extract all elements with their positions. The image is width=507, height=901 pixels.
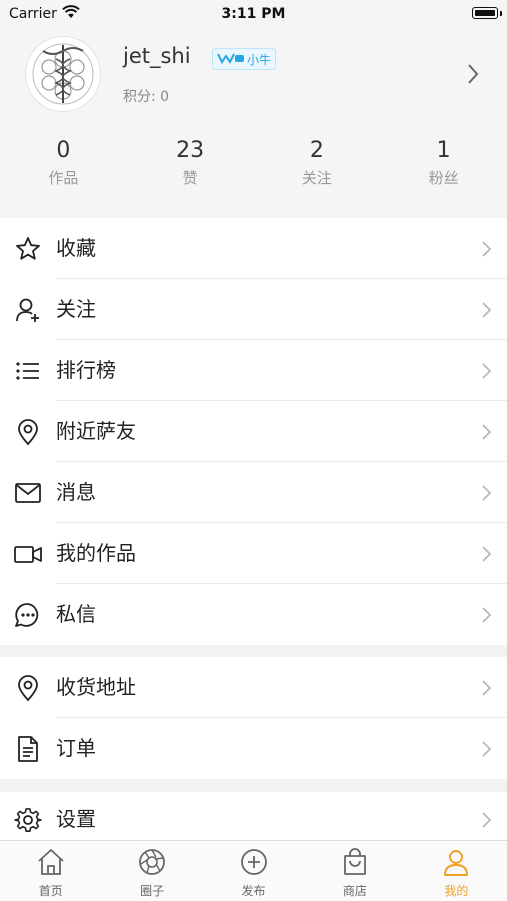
avatar[interactable] [25,36,101,112]
stat-following[interactable]: 2 关注 [254,136,381,196]
crown-icon [217,51,245,68]
menu-item-label: 我的作品 [56,541,136,565]
stat-works[interactable]: 0 作品 [0,136,127,196]
menu-item-my-works[interactable]: 我的作品 [0,523,507,584]
home-icon [36,847,66,877]
status-bar: Carrier 3:11 PM [0,0,507,28]
chevron-right-icon [482,607,492,627]
chevron-right-icon [482,680,492,700]
location-pin-icon [14,674,42,702]
person-add-icon [14,296,42,324]
document-icon [14,735,42,763]
chat-bubble-icon [14,601,42,629]
tab-label: 我的 [444,884,469,898]
list-icon [14,357,42,385]
menu-item-following[interactable]: 关注 [0,279,507,340]
tab-publish[interactable]: 发布 [203,841,304,901]
chevron-right-icon [482,241,492,261]
menu-group-main: 收藏 关注 排行榜 附近萨友 消息 我的作品 私信 [0,218,507,645]
username: jet_shi [123,44,191,68]
video-camera-icon [14,540,42,568]
menu-item-label: 关注 [56,297,96,321]
menu-item-leaderboard[interactable]: 排行榜 [0,340,507,401]
chevron-right-icon [482,812,492,832]
menu-item-favorites[interactable]: 收藏 [0,218,507,279]
plus-circle-icon [239,847,269,877]
menu-item-label: 消息 [56,480,96,504]
menu-item-label: 收货地址 [56,675,136,699]
aperture-icon [137,847,167,877]
shopping-bag-icon [340,847,370,877]
menu-item-nearby[interactable]: 附近萨友 [0,401,507,462]
menu-item-settings[interactable]: 设置 [0,792,507,840]
menu-item-label: 私信 [56,602,96,626]
envelope-icon [14,479,42,507]
chevron-right-icon [482,302,492,322]
level-name: 小牛 [247,52,272,67]
battery-tip [500,11,502,16]
tab-circles[interactable]: 圈子 [101,841,202,901]
tab-label: 发布 [241,884,266,898]
chevron-right-icon[interactable] [467,63,479,89]
tab-label: 圈子 [140,884,165,898]
gear-icon [14,806,42,834]
stat-value: 0 [56,138,71,163]
menu-item-shipping-address[interactable]: 收货地址 [0,657,507,718]
stat-value: 23 [176,138,205,163]
menu-item-messages[interactable]: 消息 [0,462,507,523]
person-icon [441,847,471,877]
stat-label: 粉丝 [428,169,459,187]
profile-stats: 0 作品 23 赞 2 关注 1 粉丝 [0,136,507,196]
menu-group-shopping: 收货地址 订单 [0,657,507,779]
stat-followers[interactable]: 1 粉丝 [380,136,507,196]
menu-item-private-messages[interactable]: 私信 [0,584,507,645]
profile-header[interactable]: jet_shi 小牛 积分: 0 0 作品 23 赞 2 关注 1 粉丝 [0,28,507,218]
clock: 3:11 PM [221,6,286,22]
chevron-right-icon [482,424,492,444]
chevron-right-icon [482,741,492,761]
stat-label: 关注 [301,169,332,187]
battery-icon [472,7,498,19]
menu-item-label: 排行榜 [56,358,116,382]
tab-label: 首页 [38,884,63,898]
stat-likes[interactable]: 23 赞 [127,136,254,196]
tab-bar: 首页 圈子 发布 商店 我的 [0,840,507,901]
star-icon [14,235,42,263]
chevron-right-icon [482,363,492,383]
menu-group-settings: 设置 [0,792,507,840]
stat-label: 作品 [48,169,79,187]
stat-value: 1 [436,138,451,163]
location-pin-icon [14,418,42,446]
tab-label: 商店 [342,884,367,898]
menu-item-orders[interactable]: 订单 [0,718,507,779]
menu-item-label: 订单 [56,736,96,760]
stat-value: 2 [309,138,324,163]
tab-me[interactable]: 我的 [406,841,507,901]
chevron-right-icon [482,485,492,505]
chevron-right-icon [482,546,492,566]
menu-item-label: 附近萨友 [56,419,136,443]
tab-store[interactable]: 商店 [304,841,405,901]
stat-label: 赞 [182,169,198,187]
points-label: 积分: 0 [123,89,170,105]
tab-home[interactable]: 首页 [0,841,101,901]
level-badge: 小牛 [212,48,277,70]
menu-item-label: 收藏 [56,236,96,260]
menu-item-label: 设置 [56,807,96,831]
